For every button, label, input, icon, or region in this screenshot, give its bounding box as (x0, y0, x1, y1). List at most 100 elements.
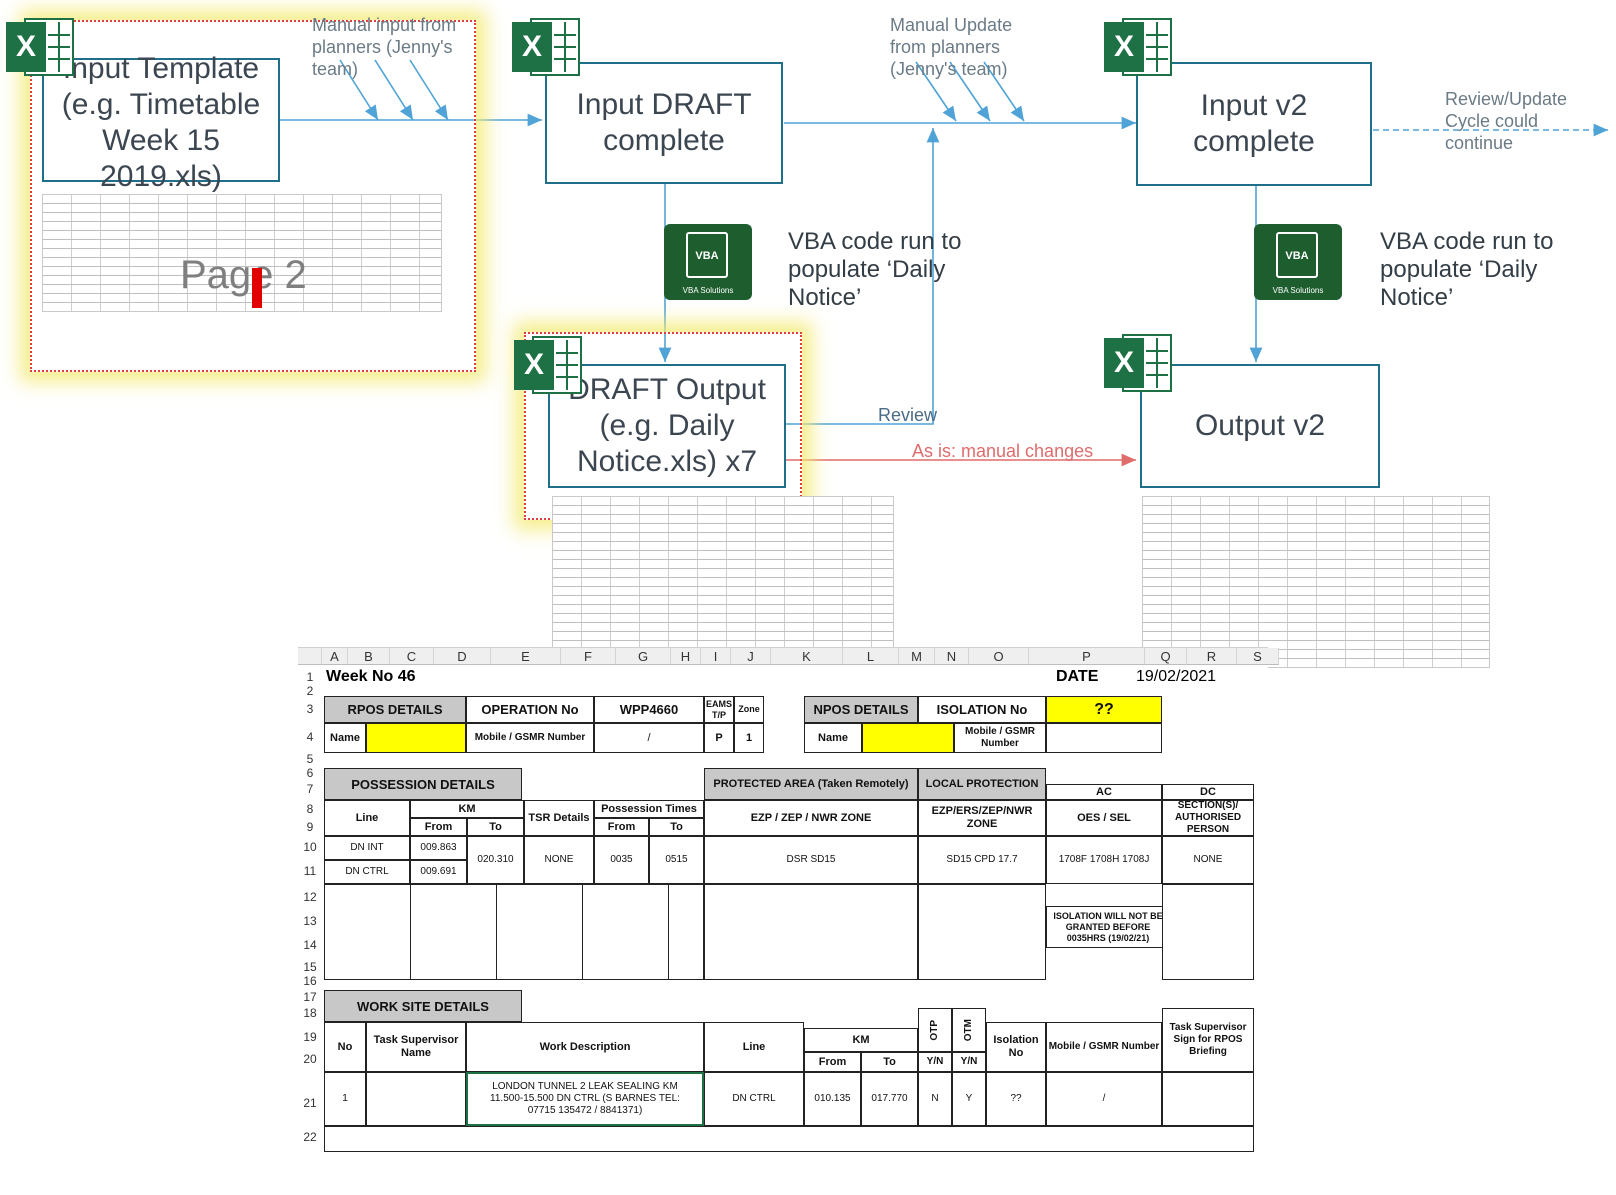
column-header[interactable]: K (771, 648, 843, 665)
ws-to-value: 017.770 (861, 1072, 918, 1126)
vba-text-2: VBA code run to populate ‘Daily Notice’ (1380, 228, 1554, 311)
empty-block-left (324, 884, 704, 980)
npos-mobile-gsmr-label: Mobile / GSMR Number (954, 723, 1046, 753)
column-header[interactable]: O (969, 648, 1029, 665)
red-marker (252, 268, 262, 308)
empty-block-dc (1162, 884, 1254, 980)
column-header[interactable]: L (843, 648, 899, 665)
empty-block-protected (704, 884, 918, 980)
ac-header: AC (1046, 784, 1162, 800)
column-header[interactable]: R (1187, 648, 1237, 665)
column-header[interactable]: B (348, 648, 390, 665)
column-header[interactable]: E (491, 648, 561, 665)
row-header[interactable]: 6 (298, 766, 322, 780)
row-header[interactable]: 4 (298, 730, 322, 744)
km-from-header: From (410, 818, 467, 836)
node-input-template-label: Input Template (e.g. Timetable Week 15 2… (61, 52, 261, 193)
column-header[interactable]: M (899, 648, 935, 665)
column-header[interactable]: P (1029, 648, 1145, 665)
row-header[interactable]: 7 (298, 782, 322, 796)
ac-value: 1708F 1708H 1708J (1046, 836, 1162, 884)
node-input-template[interactable]: Input Template (e.g. Timetable Week 15 2… (42, 52, 280, 193)
page-watermark: Page 2 (180, 253, 307, 297)
zone-label: Zone (734, 696, 764, 723)
npos-name-field[interactable] (862, 723, 954, 753)
node-input-draft[interactable]: Input DRAFT complete (545, 62, 783, 184)
isolation-no-label: ISOLATION No (918, 696, 1046, 723)
row-header[interactable]: 3 (298, 702, 322, 716)
column-header[interactable]: C (390, 648, 434, 665)
week-number: Week No 46 (326, 668, 416, 685)
local-value: SD15 CPD 17.7 (918, 836, 1046, 884)
row-header[interactable]: 16 (298, 974, 322, 988)
row-header[interactable]: 2 (298, 684, 322, 698)
row-header[interactable]: 1 (298, 670, 322, 684)
row-header[interactable]: 10 (298, 840, 322, 854)
eams-value: P (704, 723, 734, 753)
vba-text-1: VBA code run to populate ‘Daily Notice’ (788, 228, 962, 311)
pos-from-header: From (594, 818, 649, 836)
ws-sign-value (1162, 1072, 1254, 1126)
row-header[interactable]: 18 (298, 1006, 322, 1020)
review-cycle-note: Review/Update Cycle could continue (1445, 89, 1568, 153)
empty-block-local (918, 884, 1046, 980)
km-to-header: To (467, 818, 524, 836)
ws-line-value: DN CTRL (704, 1072, 804, 1126)
row-header[interactable]: 9 (298, 820, 322, 834)
output-v2-thumbnail (1142, 496, 1490, 668)
name-label: Name (324, 723, 366, 753)
mobile-gsmr-value: / (594, 723, 704, 753)
ws-iso-value: ?? (986, 1072, 1046, 1126)
otm-yn: Y/N (952, 1052, 986, 1072)
column-header[interactable]: F (561, 648, 616, 665)
row-header[interactable]: 12 (298, 890, 322, 904)
isolation-no-value: ?? (1046, 696, 1162, 723)
km-header: KM (410, 800, 524, 818)
km-to: 020.310 (467, 836, 524, 884)
ws-line-header: Line (704, 1022, 804, 1072)
ws-otm-value: Y (952, 1072, 986, 1126)
row-header[interactable]: 8 (298, 802, 322, 816)
row-header[interactable]: 19 (298, 1030, 322, 1044)
column-header[interactable]: A (322, 648, 348, 665)
row-header[interactable]: 20 (298, 1052, 322, 1066)
excel-icon: X (6, 14, 76, 80)
column-header[interactable]: I (701, 648, 731, 665)
column-header[interactable]: G (616, 648, 671, 665)
node-input-v2[interactable]: Input v2 complete (1136, 62, 1372, 186)
column-header[interactable]: J (731, 648, 771, 665)
column-header[interactable]: D (434, 648, 491, 665)
rpos-details-header: RPOS DETAILS (324, 696, 466, 723)
operation-no-label: OPERATION No (466, 696, 594, 723)
km-from-2: 009.691 (410, 860, 467, 884)
ezp-ers-zone-header: EZP/ERS/ZEP/NWR ZONE (918, 800, 1046, 836)
column-header[interactable]: S (1237, 648, 1279, 665)
node-output-v2[interactable]: Output v2 (1140, 364, 1380, 488)
ws-otp-value: N (918, 1072, 952, 1126)
row-header[interactable]: 14 (298, 938, 322, 952)
dc-header: DC (1162, 784, 1254, 800)
row-header[interactable]: 15 (298, 960, 322, 974)
row-header[interactable]: 13 (298, 914, 322, 928)
manual-input-note: Manual input from planners (Jenny's team… (312, 15, 457, 79)
manual-update-note: Manual Update from planners (Jenny's tea… (890, 15, 1013, 79)
row-header[interactable]: 5 (298, 752, 322, 766)
task-sign-header: Task Supervisor Sign for RPOS Briefing (1162, 1008, 1254, 1072)
row-header[interactable]: 21 (298, 1096, 322, 1110)
rpos-name-field[interactable] (366, 723, 466, 753)
column-header[interactable]: H (671, 648, 701, 665)
pos-from-value: 0035 (594, 836, 649, 884)
work-description-header: Work Description (466, 1022, 704, 1072)
row-header[interactable]: 11 (298, 864, 322, 878)
row-header[interactable]: 17 (298, 990, 322, 1004)
work-site-details-header: WORK SITE DETAILS (324, 990, 522, 1022)
ws-from-value: 010.135 (804, 1072, 861, 1126)
eams-tp-label: EAMS T/P (704, 696, 734, 723)
column-header[interactable]: Q (1145, 648, 1187, 665)
tsr-details-header: TSR Details (524, 800, 594, 836)
column-header[interactable]: N (935, 648, 969, 665)
line-header: Line (324, 800, 410, 836)
row-header[interactable]: 22 (298, 1130, 322, 1144)
date-label: DATE (1056, 668, 1099, 685)
date-value: 19/02/2021 (1136, 668, 1217, 685)
